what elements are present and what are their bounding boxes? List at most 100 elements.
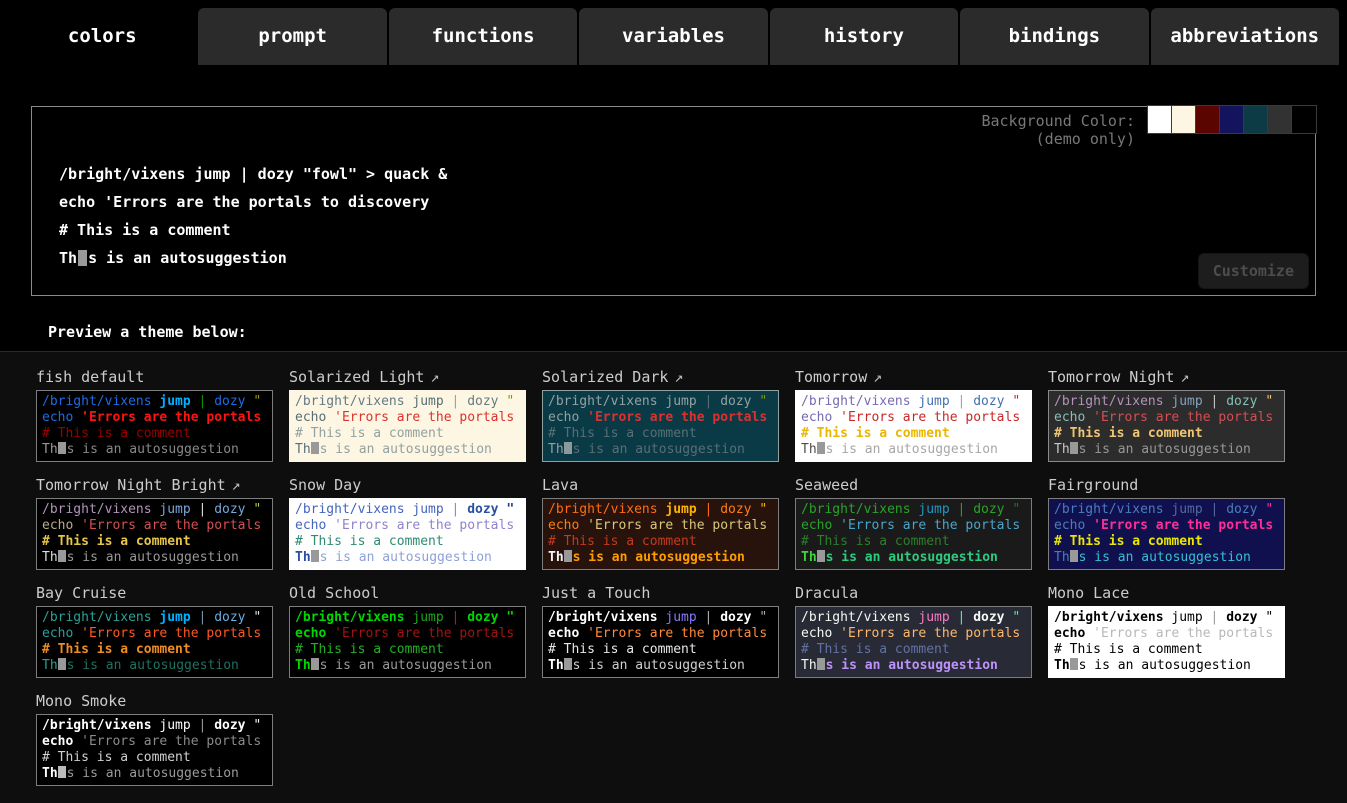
theme-name[interactable]: Bay Cruise: [36, 582, 273, 604]
theme-name-text[interactable]: Fairground: [1048, 476, 1138, 494]
tab-colors[interactable]: colors: [8, 8, 196, 65]
theme-card[interactable]: Seaweed /bright/vixens jump | dozy " ech…: [795, 474, 1032, 582]
external-link-icon[interactable]: ↗: [674, 368, 683, 386]
theme-name-text[interactable]: Seaweed: [795, 476, 858, 494]
external-link-icon[interactable]: ↗: [232, 476, 241, 494]
text-cursor: [1070, 442, 1078, 454]
theme-name-text[interactable]: Tomorrow: [795, 368, 867, 386]
theme-card[interactable]: Tomorrow ↗ /bright/vixens jump | dozy " e…: [795, 366, 1032, 474]
token-echo: echo: [295, 410, 326, 425]
theme-name[interactable]: Mono Lace: [1048, 582, 1285, 604]
theme-card[interactable]: Snow Day /bright/vixens jump | dozy " ec…: [289, 474, 526, 582]
theme-preview-terminal[interactable]: /bright/vixens jump | dozy " echo 'Error…: [1048, 498, 1285, 570]
token-string: 'Errors are the portals: [832, 518, 1020, 533]
external-link-icon[interactable]: ↗: [430, 368, 439, 386]
token-jump: jump: [405, 394, 444, 409]
theme-name[interactable]: Mono Smoke: [36, 690, 273, 712]
external-link-icon[interactable]: ↗: [1180, 368, 1189, 386]
theme-name-text[interactable]: Solarized Dark: [542, 368, 668, 386]
theme-name[interactable]: Tomorrow Night ↗: [1048, 366, 1285, 388]
theme-name[interactable]: fish default: [36, 366, 273, 388]
theme-name-text[interactable]: Bay Cruise: [36, 584, 126, 602]
theme-name-text[interactable]: Mono Smoke: [36, 692, 126, 710]
theme-card[interactable]: Dracula /bright/vixens jump | dozy " ech…: [795, 582, 1032, 690]
token-quote: ": [752, 610, 768, 625]
theme-preview-terminal[interactable]: /bright/vixens jump | dozy " echo 'Error…: [36, 606, 273, 678]
theme-preview-terminal[interactable]: /bright/vixens jump | dozy " echo 'Error…: [542, 390, 779, 462]
theme-card[interactable]: Fairground /bright/vixens jump | dozy " …: [1048, 474, 1285, 582]
customize-button[interactable]: Customize: [1198, 253, 1309, 289]
theme-name[interactable]: Just a Touch: [542, 582, 779, 604]
theme-name[interactable]: Fairground: [1048, 474, 1285, 496]
theme-name-text[interactable]: Just a Touch: [542, 584, 650, 602]
theme-name[interactable]: Old School: [289, 582, 526, 604]
external-link-icon[interactable]: ↗: [873, 368, 882, 386]
theme-preview-terminal[interactable]: /bright/vixens jump | dozy " echo 'Error…: [1048, 390, 1285, 462]
theme-name[interactable]: Tomorrow Night Bright ↗: [36, 474, 273, 496]
theme-name-text[interactable]: Dracula: [795, 584, 858, 602]
token-echo: echo: [295, 518, 326, 533]
theme-name-text[interactable]: Tomorrow Night: [1048, 368, 1174, 386]
mini-line-comment: # This is a comment: [1054, 534, 1279, 550]
tab-abbreviations[interactable]: abbreviations: [1151, 8, 1339, 65]
theme-card[interactable]: Just a Touch /bright/vixens jump | dozy …: [542, 582, 779, 690]
theme-card[interactable]: Lava /bright/vixens jump | dozy " echo '…: [542, 474, 779, 582]
background-swatch-6[interactable]: [1268, 106, 1292, 133]
theme-card[interactable]: Mono Smoke /bright/vixens jump | dozy " …: [36, 690, 273, 798]
token-path: /bright/vixens: [801, 394, 911, 409]
theme-preview-terminal[interactable]: /bright/vixens jump | dozy " echo 'Error…: [542, 606, 779, 678]
theme-name-text[interactable]: Solarized Light: [289, 368, 424, 386]
token-th: Th: [548, 550, 564, 565]
background-swatch-1[interactable]: [1148, 106, 1172, 133]
tab-prompt[interactable]: prompt: [198, 8, 386, 65]
theme-name[interactable]: Dracula: [795, 582, 1032, 604]
theme-name[interactable]: Seaweed: [795, 474, 1032, 496]
theme-name-text[interactable]: Mono Lace: [1048, 584, 1129, 602]
theme-name-text[interactable]: Lava: [542, 476, 578, 494]
theme-card[interactable]: Old School /bright/vixens jump | dozy " …: [289, 582, 526, 690]
theme-name[interactable]: Lava: [542, 474, 779, 496]
theme-card[interactable]: Solarized Light ↗ /bright/vixens jump | d…: [289, 366, 526, 474]
theme-name-text[interactable]: Tomorrow Night Bright: [36, 476, 226, 494]
token-sugg: s is an autosuggestion: [67, 550, 239, 565]
mini-line-command: /bright/vixens jump | dozy ": [42, 718, 267, 734]
theme-preview-terminal[interactable]: /bright/vixens jump | dozy " echo 'Error…: [795, 498, 1032, 570]
mini-line-comment: # This is a comment: [801, 426, 1026, 442]
theme-preview-terminal[interactable]: /bright/vixens jump | dozy " echo 'Error…: [36, 390, 273, 462]
theme-card[interactable]: fish default /bright/vixens jump | dozy …: [36, 366, 273, 474]
text-cursor: [564, 658, 572, 670]
theme-card[interactable]: Mono Lace /bright/vixens jump | dozy " e…: [1048, 582, 1285, 690]
theme-preview-terminal[interactable]: /bright/vixens jump | dozy " echo 'Error…: [36, 714, 273, 786]
theme-preview-terminal[interactable]: /bright/vixens jump | dozy " echo 'Error…: [795, 390, 1032, 462]
theme-card[interactable]: Tomorrow Night Bright ↗ /bright/vixens ju…: [36, 474, 273, 582]
theme-preview-terminal[interactable]: /bright/vixens jump | dozy " echo 'Error…: [289, 390, 526, 462]
theme-preview-terminal[interactable]: /bright/vixens jump | dozy " echo 'Error…: [36, 498, 273, 570]
text-cursor: [78, 250, 87, 266]
tab-history[interactable]: history: [770, 8, 958, 65]
theme-card[interactable]: Solarized Dark ↗ /bright/vixens jump | do…: [542, 366, 779, 474]
theme-name-text[interactable]: Snow Day: [289, 476, 361, 494]
theme-name[interactable]: Solarized Dark ↗: [542, 366, 779, 388]
tab-functions[interactable]: functions: [389, 8, 577, 65]
background-swatch-7[interactable]: [1292, 106, 1316, 133]
background-swatch-5[interactable]: [1244, 106, 1268, 133]
theme-preview-terminal[interactable]: /bright/vixens jump | dozy " echo 'Error…: [1048, 606, 1285, 678]
background-swatch-2[interactable]: [1172, 106, 1196, 133]
theme-preview-terminal[interactable]: /bright/vixens jump | dozy " echo 'Error…: [542, 498, 779, 570]
theme-card[interactable]: Tomorrow Night ↗ /bright/vixens jump | do…: [1048, 366, 1285, 474]
background-swatch-3[interactable]: [1196, 106, 1220, 133]
tab-variables[interactable]: variables: [579, 8, 767, 65]
theme-preview-terminal[interactable]: /bright/vixens jump | dozy " echo 'Error…: [795, 606, 1032, 678]
tab-bindings[interactable]: bindings: [960, 8, 1148, 65]
theme-name[interactable]: Solarized Light ↗: [289, 366, 526, 388]
theme-name[interactable]: Snow Day: [289, 474, 526, 496]
token-pipe: |: [191, 718, 207, 733]
theme-preview-terminal[interactable]: /bright/vixens jump | dozy " echo 'Error…: [289, 498, 526, 570]
background-swatch-4[interactable]: [1220, 106, 1244, 133]
token-comment: # This is a comment: [295, 642, 444, 657]
theme-name-text[interactable]: Old School: [289, 584, 379, 602]
theme-name-text[interactable]: fish default: [36, 368, 144, 386]
theme-name[interactable]: Tomorrow ↗: [795, 366, 1032, 388]
theme-card[interactable]: Bay Cruise /bright/vixens jump | dozy " …: [36, 582, 273, 690]
theme-preview-terminal[interactable]: /bright/vixens jump | dozy " echo 'Error…: [289, 606, 526, 678]
